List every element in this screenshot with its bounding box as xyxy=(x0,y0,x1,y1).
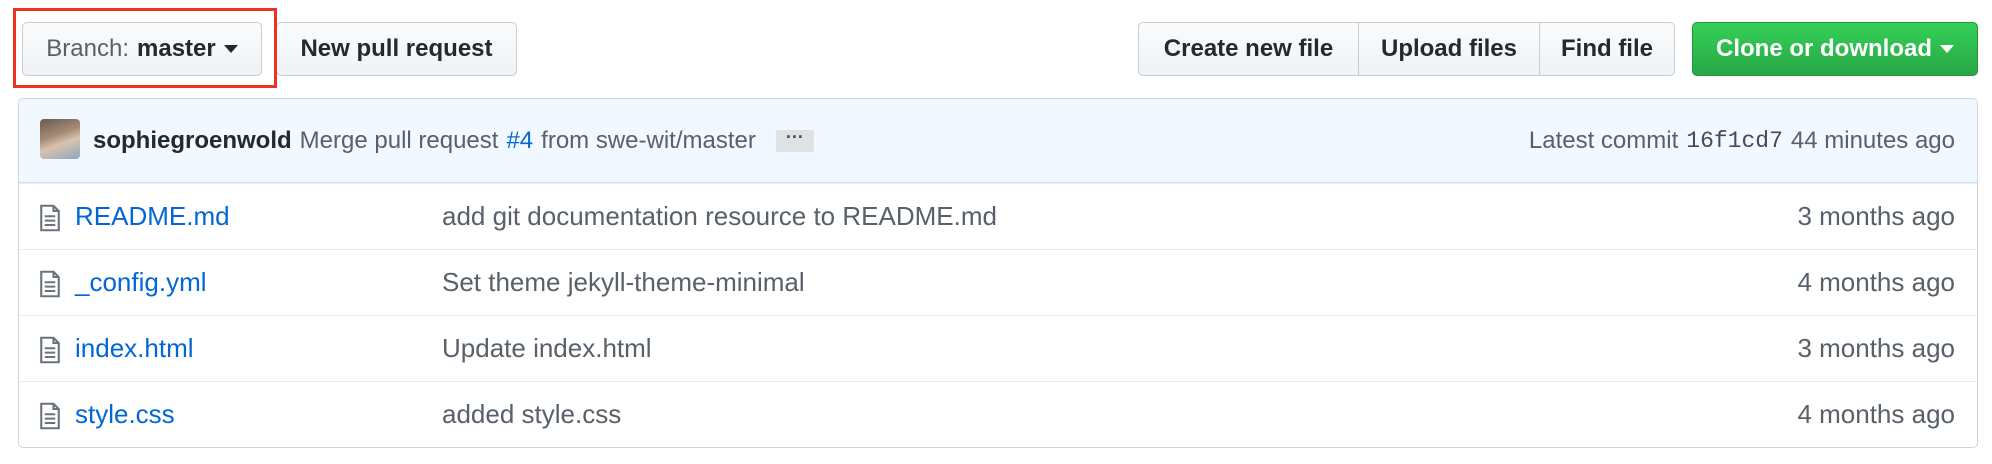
clone-or-download-label: Clone or download xyxy=(1716,35,1932,62)
commit-message-prefix[interactable]: Merge pull request xyxy=(300,127,499,155)
create-new-file-button[interactable]: Create new file xyxy=(1138,22,1359,76)
file-actions-group: Create new file Upload files Find file xyxy=(1138,22,1675,76)
new-pull-request-button[interactable]: New pull request xyxy=(276,22,517,76)
chevron-down-icon xyxy=(1940,45,1954,53)
latest-commit-label: Latest commit xyxy=(1528,127,1679,154)
table-row: style.css added style.css 4 months ago xyxy=(19,381,1977,447)
file-commit-message[interactable]: added style.css xyxy=(442,399,621,430)
clone-or-download-button[interactable]: Clone or download xyxy=(1692,22,1978,76)
pull-request-link[interactable]: #4 xyxy=(506,127,533,155)
file-commit-message[interactable]: add git documentation resource to README… xyxy=(442,201,997,232)
table-row: README.md add git documentation resource… xyxy=(19,183,1977,249)
latest-commit-bar: sophiegroenwold Merge pull request #4 fr… xyxy=(19,99,1977,183)
file-navigation-table: sophiegroenwold Merge pull request #4 fr… xyxy=(18,98,1978,448)
table-row: index.html Update index.html 3 months ag… xyxy=(19,315,1977,381)
commit-sha-link[interactable]: 16f1cd7 xyxy=(1686,128,1783,154)
file-icon xyxy=(40,336,60,364)
commit-author[interactable]: sophiegroenwold xyxy=(93,127,292,155)
branch-prefix-label: Branch: xyxy=(46,35,129,62)
file-commit-message[interactable]: Set theme jekyll-theme-minimal xyxy=(442,267,805,298)
upload-files-button[interactable]: Upload files xyxy=(1358,22,1540,76)
find-file-button[interactable]: Find file xyxy=(1539,22,1675,76)
file-age: 4 months ago xyxy=(1797,267,1955,297)
chevron-down-icon xyxy=(223,45,238,53)
file-icon xyxy=(40,270,60,298)
file-commit-message[interactable]: Update index.html xyxy=(442,333,652,364)
table-row: _config.yml Set theme jekyll-theme-minim… xyxy=(19,249,1977,315)
commit-message-suffix[interactable]: from swe-wit/master xyxy=(541,127,756,155)
commit-meta: Latest commit 16f1cd7 44 minutes ago xyxy=(1529,99,1955,183)
file-name-link[interactable]: README.md xyxy=(75,201,230,232)
file-age: 3 months ago xyxy=(1797,333,1955,363)
expand-commit-button[interactable]: ··· xyxy=(775,128,814,152)
file-icon xyxy=(40,402,60,430)
commit-time: 44 minutes ago xyxy=(1790,127,1955,154)
file-name-link[interactable]: index.html xyxy=(75,333,194,364)
file-icon xyxy=(40,204,60,232)
branch-select-button[interactable]: Branch: master xyxy=(22,22,262,76)
file-age: 4 months ago xyxy=(1797,399,1955,429)
avatar[interactable] xyxy=(40,119,80,159)
file-name-link[interactable]: style.css xyxy=(75,399,175,430)
commit-summary: sophiegroenwold Merge pull request #4 fr… xyxy=(93,99,814,183)
branch-name: master xyxy=(137,35,216,62)
file-name-link[interactable]: _config.yml xyxy=(75,267,207,298)
file-age: 3 months ago xyxy=(1797,201,1955,231)
